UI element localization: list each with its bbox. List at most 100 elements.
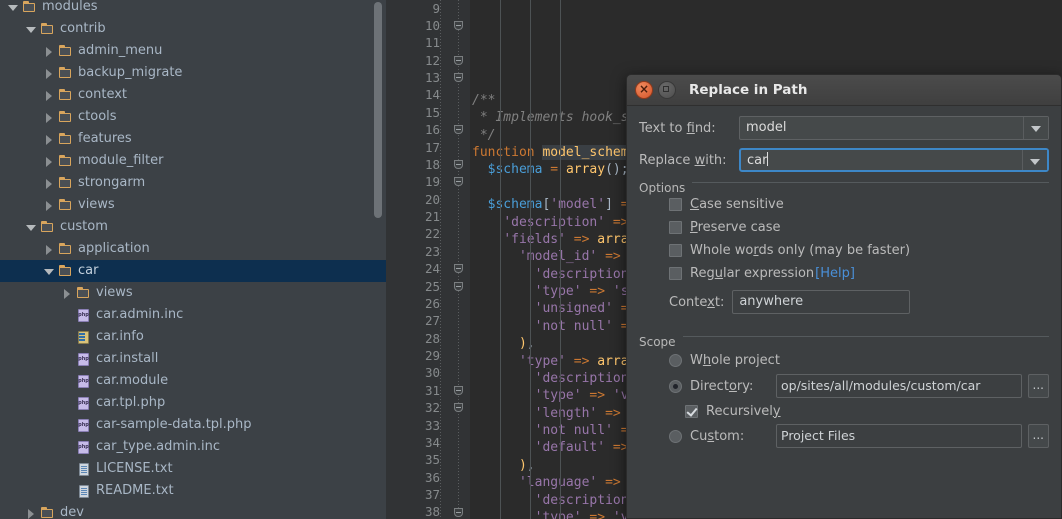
fold-marker[interactable] [454, 20, 463, 30]
directory-value[interactable]: op/sites/all/modules/custom/car [777, 375, 1021, 397]
text-to-find-combo[interactable]: model [739, 116, 1049, 140]
project-tree-scrollbar[interactable] [374, 2, 382, 218]
chevron-right-icon[interactable] [44, 244, 55, 255]
php-file-icon [76, 419, 91, 432]
editor-fold-column[interactable] [448, 0, 470, 519]
chevron-down-icon[interactable] [44, 266, 55, 277]
tree-item-strongarm[interactable]: strongarm [0, 172, 386, 194]
option-preserve-case[interactable]: Preserve case [669, 216, 1049, 239]
replace-in-path-dialog[interactable]: Replace in Path Text to find: model Repl… [626, 74, 1062, 519]
whole-words-only-checkbox[interactable] [669, 244, 682, 257]
maximize-icon[interactable] [658, 81, 676, 99]
scope-whole-project-row[interactable]: Whole project [669, 347, 1049, 373]
chevron-right-icon[interactable] [26, 508, 37, 519]
tree-item-dev[interactable]: dev [0, 502, 386, 519]
tree-item-car-tpl-php[interactable]: car.tpl.php [0, 392, 386, 414]
dialog-title-bar[interactable]: Replace in Path [627, 75, 1061, 106]
custom-browse-button[interactable]: ... [1027, 424, 1049, 448]
tree-item-car-admin-inc[interactable]: car.admin.inc [0, 304, 386, 326]
line-number: 24 [424, 261, 440, 277]
replace-with-label: Replace with: [639, 152, 727, 168]
tree-item-ctools[interactable]: ctools [0, 106, 386, 128]
tree-item-car-install[interactable]: car.install [0, 348, 386, 370]
recursively-checkbox[interactable] [685, 404, 698, 418]
tree-item-contrib[interactable]: contrib [0, 18, 386, 40]
context-row: Context: anywhere [669, 290, 1049, 314]
tree-item-car-type-admin-inc[interactable]: car_type.admin.inc [0, 436, 386, 458]
context-combo[interactable]: anywhere [732, 290, 911, 314]
scope-directory-row[interactable]: Directory: op/sites/all/modules/custom/c… [669, 373, 1049, 399]
chevron-right-icon[interactable] [44, 200, 55, 211]
fold-marker[interactable] [454, 55, 463, 65]
replace-with-input[interactable]: car [741, 150, 1022, 170]
fold-marker[interactable] [454, 177, 463, 187]
whole-project-radio[interactable] [669, 353, 682, 367]
tree-item-license-txt[interactable]: LICENSE.txt [0, 458, 386, 480]
chevron-right-icon[interactable] [44, 90, 55, 101]
folder-icon [58, 89, 73, 101]
close-icon[interactable] [635, 80, 653, 99]
tree-item-car[interactable]: car [0, 260, 386, 282]
custom-value[interactable]: Project Files [777, 425, 1021, 447]
php-file-icon [76, 375, 91, 388]
project-tree-panel[interactable]: modules contrib admin_menu backup_migrate co… [0, 0, 386, 519]
case-sensitive-label: Case sensitive [690, 197, 784, 212]
chevron-right-icon[interactable] [44, 134, 55, 145]
fold-marker[interactable] [454, 385, 463, 395]
regex-help-link[interactable]: [Help] [815, 266, 855, 281]
fold-marker[interactable] [454, 403, 463, 413]
fold-marker[interactable] [454, 159, 463, 169]
chevron-right-icon[interactable] [44, 156, 55, 167]
replace-with-combo[interactable]: car [739, 148, 1049, 172]
line-number: 17 [424, 139, 440, 155]
chevron-right-icon[interactable] [44, 46, 55, 57]
tree-item-views[interactable]: views [0, 282, 386, 304]
fold-marker[interactable] [454, 125, 463, 135]
tree-item-backup-migrate[interactable]: backup_migrate [0, 62, 386, 84]
tree-item-context[interactable]: context [0, 84, 386, 106]
chevron-down-icon[interactable] [1022, 150, 1047, 170]
tree-item-application[interactable]: application [0, 238, 386, 260]
line-number: 23 [424, 243, 440, 259]
tree-item-features[interactable]: features [0, 128, 386, 150]
option-case-sensitive[interactable]: Case sensitive [669, 193, 1049, 216]
chevron-down-icon[interactable] [1023, 117, 1048, 139]
tree-item-label: admin_menu [78, 43, 163, 58]
scope-custom-row[interactable]: Custom: Project Files ... [669, 423, 1049, 449]
tree-item-views[interactable]: views [0, 194, 386, 216]
option-whole-words-only[interactable]: Whole words only (may be faster) [669, 239, 1049, 262]
preserve-case-checkbox[interactable] [669, 221, 682, 234]
tree-item-readme-txt[interactable]: README.txt [0, 480, 386, 502]
chevron-down-icon[interactable] [8, 2, 19, 13]
directory-radio[interactable] [669, 379, 682, 393]
fold-marker[interactable] [454, 73, 463, 83]
directory-combo[interactable]: op/sites/all/modules/custom/car [776, 374, 1022, 398]
tree-item-module-filter[interactable]: module_filter [0, 150, 386, 172]
tree-item-admin-menu[interactable]: admin_menu [0, 40, 386, 62]
option-regular-expression[interactable]: Regular expression [Help] [669, 262, 1049, 285]
folder-icon [58, 155, 73, 167]
regular-expression-checkbox[interactable] [669, 267, 682, 280]
chevron-right-icon[interactable] [62, 288, 73, 299]
tree-item-car-sample-data-tpl-php[interactable]: car-sample-data.tpl.php [0, 414, 386, 436]
fold-marker[interactable] [454, 281, 463, 291]
tree-item-car-module[interactable]: car.module [0, 370, 386, 392]
tree-item-car-info[interactable]: car.info [0, 326, 386, 348]
case-sensitive-checkbox[interactable] [669, 198, 682, 211]
chevron-right-icon[interactable] [44, 68, 55, 79]
fold-marker[interactable] [454, 507, 463, 517]
tree-item-modules[interactable]: modules [0, 0, 386, 18]
custom-combo[interactable]: Project Files [776, 424, 1022, 448]
custom-label: Custom: [690, 428, 745, 444]
fold-marker[interactable] [454, 264, 463, 274]
scope-recursively-row[interactable]: Recursively [669, 399, 1049, 423]
tree-item-label: car.info [96, 329, 144, 344]
chevron-down-icon[interactable] [26, 222, 37, 233]
chevron-right-icon[interactable] [44, 112, 55, 123]
directory-browse-button[interactable]: ... [1027, 374, 1049, 398]
tree-item-custom[interactable]: custom [0, 216, 386, 238]
chevron-right-icon[interactable] [44, 178, 55, 189]
custom-radio[interactable] [669, 429, 682, 443]
chevron-down-icon[interactable] [26, 24, 37, 35]
text-to-find-input[interactable]: model [740, 117, 1023, 139]
